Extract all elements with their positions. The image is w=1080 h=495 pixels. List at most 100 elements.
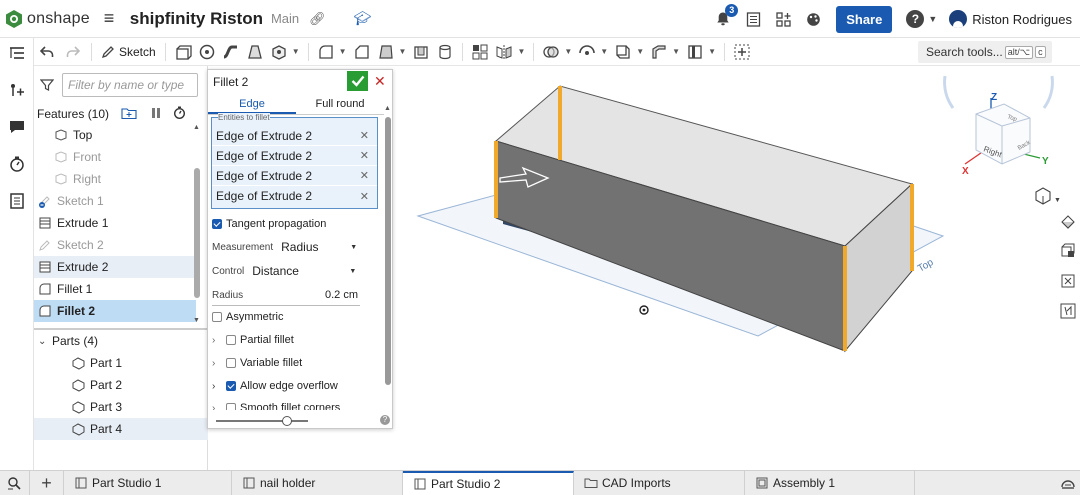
remove-entity-icon[interactable]: ✕ — [360, 129, 369, 142]
measure-tool-icon[interactable] — [1055, 296, 1080, 326]
variables-icon[interactable] — [8, 81, 26, 99]
boolean-icon[interactable] — [542, 43, 560, 61]
pause-icon[interactable] — [151, 107, 161, 122]
allow-edge-overflow-checkbox[interactable] — [226, 381, 236, 391]
share-button[interactable]: Share — [836, 5, 893, 33]
entity-item[interactable]: Edge of Extrude 2 ✕ — [212, 166, 377, 186]
extrude-icon[interactable] — [174, 43, 192, 61]
remove-entity-icon[interactable]: ✕ — [360, 190, 369, 203]
partial-fillet-checkbox[interactable] — [226, 335, 236, 345]
tab-cad-imports[interactable]: CAD Imports — [574, 470, 745, 495]
accept-button[interactable] — [347, 71, 368, 91]
add-tab-button[interactable]: + — [30, 470, 64, 495]
chamfer-icon[interactable] — [353, 43, 371, 61]
learning-center-icon[interactable]: 🎓︎ — [354, 10, 372, 27]
feature-list-scrollbar[interactable]: ▲ ▼ — [193, 124, 200, 324]
draft-icon[interactable] — [377, 43, 395, 61]
feature-item-sketch-1[interactable]: Sketch 1 — [34, 190, 196, 212]
stopwatch-icon[interactable] — [8, 155, 26, 173]
measurement-select[interactable]: Radius ▼ — [281, 240, 357, 254]
feature-item-right[interactable]: Right — [34, 168, 196, 190]
bill-of-materials-icon[interactable] — [8, 192, 26, 210]
caret-down-icon[interactable]: ▼ — [339, 47, 347, 56]
onshape-logo[interactable]: onshape — [6, 9, 90, 28]
smooth-fillet-corners-checkbox[interactable] — [226, 403, 236, 410]
partial-fillet-option[interactable]: › Partial fillet — [212, 334, 294, 346]
sweep-icon[interactable] — [222, 43, 240, 61]
rollback-timer-icon[interactable] — [173, 106, 186, 122]
linear-pattern-icon[interactable] — [471, 43, 489, 61]
undo-icon[interactable] — [34, 41, 60, 63]
caret-down-icon[interactable]: ▼ — [564, 47, 572, 56]
appearance-icon[interactable] — [1055, 206, 1080, 236]
cancel-button[interactable]: ✕ — [374, 73, 386, 90]
link-icon[interactable]: 🔗︎ — [309, 11, 326, 27]
tab-assembly-1[interactable]: Assembly 1 — [745, 470, 915, 495]
branch-name[interactable]: Main — [271, 11, 299, 26]
allow-edge-overflow-option[interactable]: › Allow edge overflow — [212, 380, 338, 392]
feature-item-front[interactable]: Front — [34, 146, 196, 168]
menu-icon[interactable]: ≡ — [104, 8, 122, 29]
redo-icon[interactable] — [60, 41, 86, 63]
feature-item-fillet-1[interactable]: Fillet 1 — [34, 278, 196, 300]
chevron-right-icon[interactable]: › — [212, 358, 226, 369]
feature-item-fillet-2[interactable]: Fillet 2 — [34, 300, 196, 322]
plane-icon[interactable] — [614, 43, 632, 61]
tab-part-studio-1[interactable]: Part Studio 1 — [64, 470, 232, 495]
tab-manager-icon[interactable] — [1060, 475, 1076, 491]
section-view-icon[interactable] — [1055, 236, 1080, 266]
explode-view-icon[interactable] — [1055, 266, 1080, 296]
dialog-scrollbar[interactable]: ▲ ▼ — [384, 105, 391, 425]
view-cube[interactable]: Z X Y Right Top Back — [943, 66, 1054, 177]
chevron-right-icon[interactable]: › — [212, 403, 226, 411]
feature-item-extrude-2[interactable]: Extrude 2 — [34, 256, 196, 278]
chevron-right-icon[interactable]: › — [212, 381, 226, 392]
variable-fillet-checkbox[interactable] — [226, 358, 236, 368]
asymmetric-option[interactable]: Asymmetric — [212, 311, 283, 323]
caret-down-icon[interactable]: ▼ — [517, 47, 525, 56]
feature-item-top[interactable]: Top — [34, 124, 196, 146]
add-folder-icon[interactable] — [121, 107, 137, 122]
variable-fillet-option[interactable]: › Variable fillet — [212, 357, 302, 369]
caret-down-icon[interactable]: ▼ — [672, 47, 680, 56]
surface-icon[interactable] — [686, 43, 704, 61]
tab-full-round[interactable]: Full round — [296, 93, 384, 114]
help-icon[interactable]: ? — [906, 10, 925, 28]
transform-icon[interactable] — [578, 43, 596, 61]
slider-knob[interactable] — [282, 416, 292, 426]
app-store-icon[interactable] — [772, 8, 794, 30]
radius-input[interactable]: 0.2 cm — [325, 289, 358, 301]
sketch-button[interactable]: Sketch — [97, 41, 160, 63]
checklist-icon[interactable] — [742, 8, 764, 30]
tab-nail-holder[interactable]: nail holder — [232, 470, 403, 495]
shell-icon[interactable] — [412, 43, 430, 61]
caret-down-icon[interactable]: ▼ — [399, 47, 407, 56]
smooth-fillet-corners-option[interactable]: › Smooth fillet corners — [212, 402, 340, 410]
filter-icon[interactable] — [40, 78, 54, 92]
sheet-metal-icon[interactable] — [650, 43, 668, 61]
view-mode-dropdown[interactable]: ▼ — [1035, 187, 1061, 205]
part-item[interactable]: Part 2 — [34, 374, 208, 396]
feature-item-sketch-2[interactable]: Sketch 2 — [34, 234, 196, 256]
notifications-icon[interactable]: 3 — [712, 4, 739, 30]
feature-list-icon[interactable] — [8, 44, 26, 62]
caret-down-icon[interactable]: ▼ — [600, 47, 608, 56]
hole-icon[interactable] — [436, 43, 454, 61]
help-caret-icon[interactable]: ▼ — [928, 14, 937, 24]
parts-header[interactable]: ⌄ Parts (4) — [34, 330, 208, 352]
remove-entity-icon[interactable]: ✕ — [360, 149, 369, 162]
add-custom-feature-icon[interactable] — [733, 43, 751, 61]
loft-icon[interactable] — [246, 43, 264, 61]
feature-item-extrude-1[interactable]: Extrude 1 — [34, 212, 196, 234]
part-item[interactable]: Part 3 — [34, 396, 208, 418]
asymmetric-checkbox[interactable] — [212, 312, 222, 322]
preview-slider[interactable] — [216, 416, 308, 426]
caret-down-icon[interactable]: ▼ — [636, 47, 644, 56]
tangent-propagation-option[interactable]: Tangent propagation — [212, 218, 326, 230]
filter-input[interactable]: Filter by name or type — [62, 73, 198, 97]
caret-down-icon[interactable]: ▼ — [292, 47, 300, 56]
caret-down-icon[interactable]: ▼ — [708, 47, 716, 56]
tab-edge[interactable]: Edge — [208, 93, 296, 114]
entity-item[interactable]: Edge of Extrude 2 ✕ — [212, 186, 377, 206]
tab-list-icon[interactable] — [0, 470, 30, 495]
